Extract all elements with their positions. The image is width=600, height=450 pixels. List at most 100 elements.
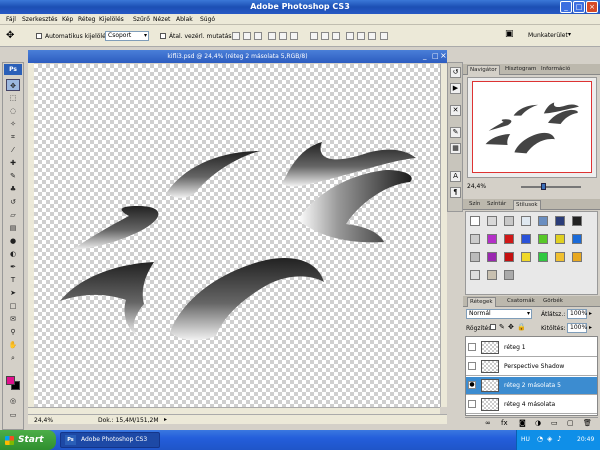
- style-swatch[interactable]: [572, 252, 582, 262]
- menu-file[interactable]: Fájl: [6, 16, 16, 23]
- screen-mode-icon[interactable]: ▭: [6, 409, 20, 421]
- paragraph-panel-icon[interactable]: ¶: [450, 187, 461, 198]
- eraser-tool-icon[interactable]: ▱: [6, 209, 20, 221]
- navigator-view-box[interactable]: [472, 81, 592, 173]
- language-indicator[interactable]: HU: [521, 436, 530, 443]
- menu-select[interactable]: Kijelölés: [99, 16, 124, 23]
- show-transform-checkbox[interactable]: [160, 33, 166, 39]
- layer-row[interactable]: réteg 4 másolata: [466, 396, 597, 414]
- menu-help[interactable]: Súgó: [200, 16, 215, 23]
- crop-tool-icon[interactable]: ⌗: [6, 131, 20, 143]
- hand-tool-icon[interactable]: ✋: [6, 339, 20, 351]
- blend-mode-dropdown[interactable]: Normál ▾: [466, 309, 532, 319]
- new-group-icon[interactable]: ▭: [551, 419, 558, 427]
- navigator-zoom[interactable]: 24,4%: [467, 183, 486, 190]
- adjustment-layer-icon[interactable]: ◑: [535, 419, 541, 427]
- style-swatch[interactable]: [504, 234, 514, 244]
- style-swatch[interactable]: [538, 216, 548, 226]
- visibility-toggle[interactable]: [468, 343, 476, 351]
- status-menu-arrow-icon[interactable]: ▸: [164, 416, 167, 423]
- style-swatch[interactable]: [521, 234, 531, 244]
- lock-position-icon[interactable]: ✥: [508, 323, 514, 331]
- style-swatch[interactable]: [470, 216, 480, 226]
- style-swatch[interactable]: [521, 216, 531, 226]
- fill-arrow-icon[interactable]: ▸: [589, 324, 592, 331]
- move-tool-icon[interactable]: ✥: [6, 79, 20, 91]
- style-swatch[interactable]: [572, 234, 582, 244]
- navigator-slider-thumb[interactable]: [541, 183, 546, 190]
- style-swatch[interactable]: [470, 270, 480, 280]
- align-center-icon[interactable]: [279, 32, 287, 40]
- distribute-bottom-icon[interactable]: [332, 32, 340, 40]
- lock-transparency-icon[interactable]: [490, 324, 496, 330]
- distribute-right-icon[interactable]: [368, 32, 376, 40]
- dodge-tool-icon[interactable]: ◐: [6, 248, 20, 260]
- tab-info[interactable]: Információ: [539, 65, 572, 75]
- eyedropper-tool-icon[interactable]: ⚲: [6, 326, 20, 338]
- tab-histogram[interactable]: Hisztogram: [503, 65, 538, 75]
- move-tool-icon[interactable]: ✥: [6, 30, 14, 41]
- type-tool-icon[interactable]: T: [6, 274, 20, 286]
- brush-tool-icon[interactable]: ✎: [6, 170, 20, 182]
- tab-channels[interactable]: Csatornák: [505, 297, 537, 307]
- style-swatch[interactable]: [538, 252, 548, 262]
- brushes-panel-icon[interactable]: ✎: [450, 127, 461, 138]
- style-swatch[interactable]: [470, 252, 480, 262]
- close-button[interactable]: ×: [586, 1, 598, 13]
- fill-input[interactable]: 100%: [567, 323, 587, 333]
- visibility-toggle[interactable]: [468, 362, 476, 370]
- healing-brush-tool-icon[interactable]: ✚: [6, 157, 20, 169]
- menu-filter[interactable]: Szűrő: [133, 16, 150, 23]
- style-swatch[interactable]: [487, 234, 497, 244]
- layer-row[interactable]: réteg 1: [466, 339, 597, 357]
- tab-paths[interactable]: Görbék: [541, 297, 565, 307]
- tool-presets-icon[interactable]: ✕: [450, 105, 461, 116]
- workspace-button[interactable]: Munkaterület: [528, 32, 568, 39]
- link-layers-icon[interactable]: ∞: [485, 419, 491, 427]
- canvas-horizontal-scrollbar[interactable]: [28, 407, 440, 414]
- lock-all-icon[interactable]: 🔒: [517, 323, 526, 331]
- auto-select-dropdown[interactable]: Csoport ▾: [105, 31, 149, 41]
- distribute-center-icon[interactable]: [357, 32, 365, 40]
- align-bottom-icon[interactable]: [254, 32, 262, 40]
- style-swatch[interactable]: [521, 252, 531, 262]
- tab-styles[interactable]: Stílusok: [513, 200, 541, 210]
- shape-tool-icon[interactable]: □: [6, 300, 20, 312]
- lasso-tool-icon[interactable]: ◌: [6, 105, 20, 117]
- tab-swatches[interactable]: Színtár: [485, 200, 508, 210]
- pen-tool-icon[interactable]: ✒: [6, 261, 20, 273]
- quick-mask-icon[interactable]: ◎: [6, 395, 20, 407]
- style-swatch[interactable]: [487, 270, 497, 280]
- menu-view[interactable]: Nézet: [153, 16, 170, 23]
- style-swatch[interactable]: [555, 216, 565, 226]
- layer-row-selected[interactable]: ● réteg 2 másolata 5: [466, 377, 597, 395]
- style-swatch[interactable]: [504, 216, 514, 226]
- history-panel-icon[interactable]: ↺: [450, 67, 461, 78]
- distribute-left-icon[interactable]: [346, 32, 354, 40]
- style-swatch[interactable]: [555, 252, 565, 262]
- clone-source-icon[interactable]: ▦: [450, 143, 461, 154]
- style-swatch[interactable]: [470, 234, 480, 244]
- style-swatch[interactable]: [538, 234, 548, 244]
- tab-layers[interactable]: Rétegek: [467, 297, 496, 307]
- align-top-icon[interactable]: [232, 32, 240, 40]
- style-swatch[interactable]: [487, 252, 497, 262]
- align-left-icon[interactable]: [268, 32, 276, 40]
- style-swatch[interactable]: [487, 216, 497, 226]
- opacity-input[interactable]: 100%: [567, 309, 587, 319]
- canvas-vertical-scrollbar[interactable]: [440, 64, 447, 407]
- magic-wand-tool-icon[interactable]: ✧: [6, 118, 20, 130]
- maximize-button[interactable]: □: [573, 1, 585, 13]
- speaker-icon[interactable]: ♪: [557, 435, 561, 443]
- clone-stamp-tool-icon[interactable]: ♣: [6, 183, 20, 195]
- foreground-color-swatch[interactable]: [6, 376, 15, 385]
- history-brush-tool-icon[interactable]: ↺: [6, 196, 20, 208]
- eye-icon[interactable]: ●: [468, 381, 476, 389]
- minimize-button[interactable]: _: [560, 1, 572, 13]
- distribute-top-icon[interactable]: [310, 32, 318, 40]
- lock-pixels-icon[interactable]: ✎: [499, 323, 505, 331]
- ps-logo-icon[interactable]: Ps: [4, 64, 22, 75]
- trash-icon[interactable]: 🗑: [583, 419, 592, 427]
- document-canvas[interactable]: [34, 64, 440, 407]
- style-swatch[interactable]: [504, 270, 514, 280]
